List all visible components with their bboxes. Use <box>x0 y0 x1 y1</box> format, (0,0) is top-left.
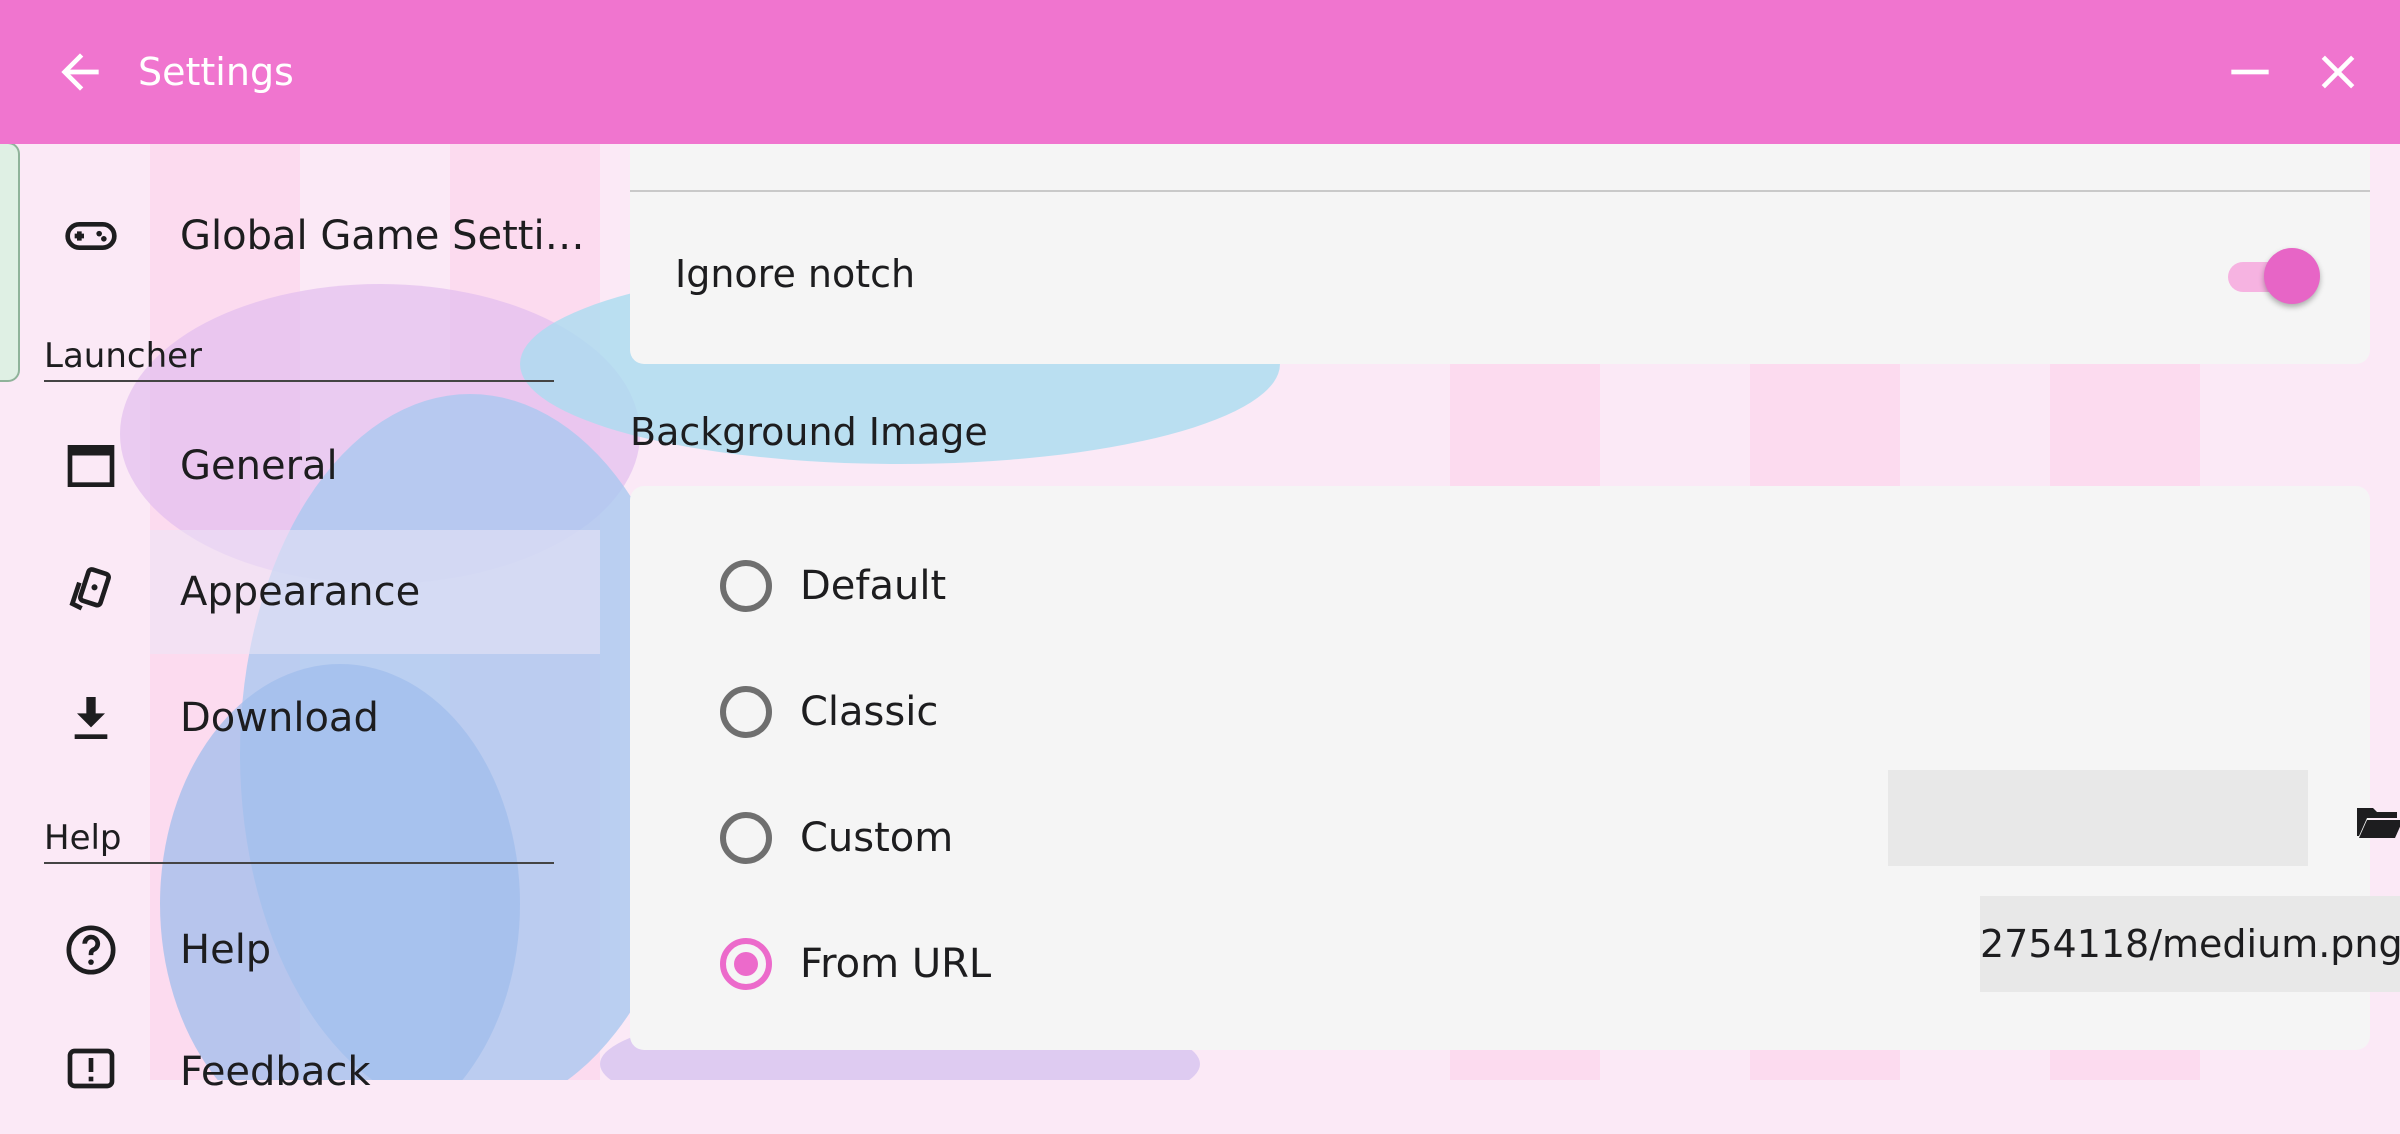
app-bar: Settings <box>0 0 2400 144</box>
sidebar-item-label: Global Game Setti… <box>180 213 585 259</box>
sidebar-item-appearance[interactable]: Appearance <box>69 530 600 654</box>
ignore-notch-toggle[interactable] <box>2220 248 2320 304</box>
display-settings-card: Ignore notch <box>630 144 2370 364</box>
radio-option-from-url[interactable]: From URL 2754118/medium.png <box>720 896 2400 1022</box>
sidebar-item-help[interactable]: Help <box>0 888 600 1012</box>
radio-label: Default <box>800 563 947 609</box>
radio-button[interactable] <box>720 560 772 612</box>
window-icon <box>67 445 115 487</box>
url-input-field[interactable]: 2754118/medium.png <box>1980 896 2400 992</box>
background-image-card: Default Classic Custom From URL 2754118/… <box>630 486 2400 1050</box>
folder-open-icon[interactable] <box>2355 800 2400 844</box>
radio-button-selected[interactable] <box>720 938 772 990</box>
radio-label: From URL <box>800 941 992 987</box>
back-arrow-icon[interactable] <box>52 44 108 100</box>
gamepad-icon <box>65 222 117 250</box>
radio-option-classic[interactable]: Classic <box>720 674 2360 754</box>
sidebar: Global Game Setti… Launcher General Appe… <box>0 144 600 1095</box>
custom-image-path-field[interactable] <box>1888 770 2308 866</box>
radio-label: Custom <box>800 815 954 861</box>
sidebar-item-label: Help <box>180 927 272 973</box>
sidebar-item-download[interactable]: Download <box>0 656 600 780</box>
sidebar-item-feedback[interactable]: Feedback <box>0 1010 600 1134</box>
feedback-icon <box>67 1048 115 1089</box>
radio-label: Classic <box>800 689 939 735</box>
cards-icon <box>69 567 111 611</box>
sidebar-item-global-game-settings[interactable]: Global Game Setti… <box>0 174 600 298</box>
page-title: Settings <box>138 50 294 94</box>
sidebar-item-label: Appearance <box>180 569 421 615</box>
sidebar-item-label: Feedback <box>180 1049 371 1095</box>
background-image-title: Background Image <box>630 410 988 454</box>
download-icon <box>74 697 108 739</box>
radio-option-custom[interactable]: Custom <box>720 770 2400 896</box>
ignore-notch-label: Ignore notch <box>675 252 916 296</box>
toggle-thumb <box>2264 248 2320 304</box>
close-icon[interactable] <box>2310 44 2366 100</box>
radio-button[interactable] <box>720 812 772 864</box>
divider <box>630 190 2370 192</box>
help-circle-icon <box>66 925 116 975</box>
edge-drawer-handle[interactable] <box>0 142 20 382</box>
section-header-launcher: Launcher <box>44 336 554 382</box>
radio-option-default[interactable]: Default <box>720 548 2360 628</box>
sidebar-item-label: Download <box>180 695 379 741</box>
radio-button[interactable] <box>720 686 772 738</box>
sidebar-item-label: General <box>180 443 338 489</box>
sidebar-item-general[interactable]: General <box>0 404 600 528</box>
section-header-help: Help <box>44 818 554 864</box>
minimize-icon[interactable] <box>2222 44 2278 100</box>
